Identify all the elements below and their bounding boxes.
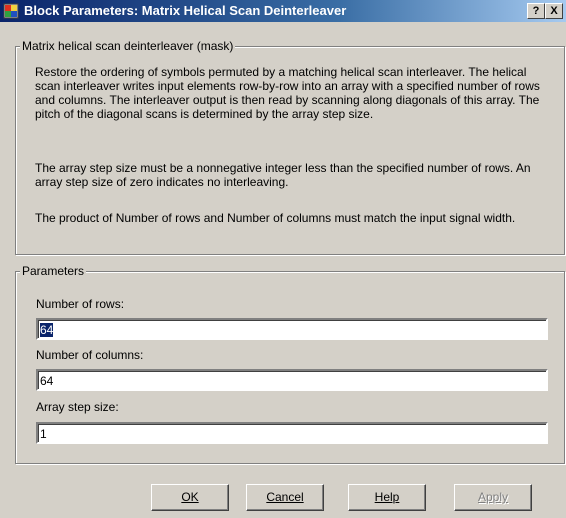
columns-input[interactable]: 64 [36,369,548,391]
description-paragraph-3: The product of Number of rows and Number… [35,211,516,225]
parameters-group-legend: Parameters [20,264,87,278]
mask-group-legend: Matrix helical scan deinterleaver (mask) [20,39,236,53]
step-size-label: Array step size: [36,400,119,414]
apply-button[interactable]: Apply [454,484,532,511]
columns-label: Number of columns: [36,348,144,362]
rows-input[interactable]: 64 [36,318,548,340]
mask-description-group: Matrix helical scan deinterleaver (mask)… [15,39,565,255]
parameters-group: Parameters Number of rows: 64 Number of … [15,264,565,464]
window-title: Block Parameters: Matrix Helical Scan De… [24,3,347,18]
rows-label: Number of rows: [36,297,125,311]
description-paragraph-1: Restore the ordering of symbols permuted… [35,65,540,121]
step-size-input[interactable]: 1 [36,422,548,444]
close-button[interactable]: X [545,3,563,19]
help-button[interactable]: Help [348,484,426,511]
help-title-button[interactable]: ? [527,3,545,19]
columns-value: 64 [40,374,54,388]
step-size-value: 1 [40,427,47,441]
ok-button[interactable]: OK [151,484,229,511]
simulink-block-icon [3,3,19,19]
rows-value: 64 [40,323,54,337]
cancel-button[interactable]: Cancel [246,484,324,511]
description-paragraph-2: The array step size must be a nonnegativ… [35,161,531,189]
title-bar[interactable]: Block Parameters: Matrix Helical Scan De… [0,0,566,22]
